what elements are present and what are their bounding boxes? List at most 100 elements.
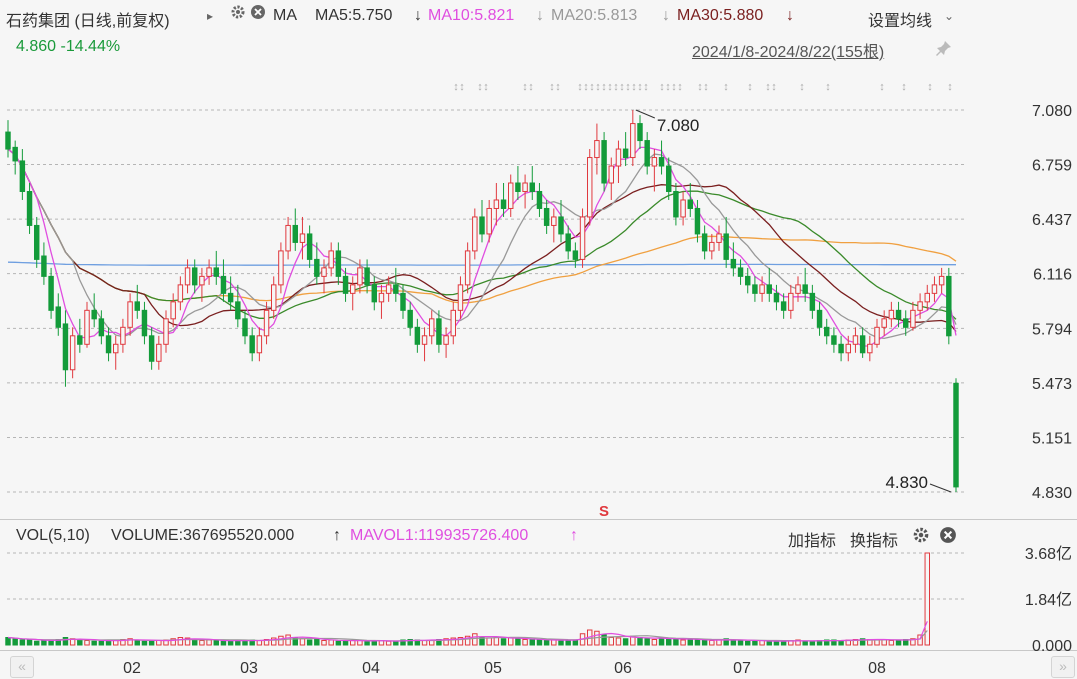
volume-bar [773, 640, 780, 646]
price-tick-label: 5.151 [1032, 431, 1072, 448]
candle-body [5, 131, 11, 150]
candle-body [716, 233, 722, 243]
candle-body [170, 301, 176, 320]
volume-bar [371, 640, 377, 646]
candle-body [357, 267, 363, 286]
price-chart[interactable]: 7.080 6.759 6.437 6.116 5.794 5.473 5.151 4.830… [0, 0, 1077, 679]
volume-bar [508, 637, 514, 646]
candle-body [235, 301, 241, 320]
x-axis-label: 06 [614, 660, 632, 677]
volume-bar [156, 640, 162, 646]
candle-body [529, 182, 535, 192]
volume-bar [91, 640, 97, 646]
candle-body [479, 216, 485, 235]
candle-body [903, 318, 909, 328]
candle-body [220, 275, 227, 294]
candle-body [407, 309, 413, 328]
candle-body [299, 233, 306, 243]
event-marker-icon: ↕ [528, 81, 534, 93]
event-marker-icon: ↕ [477, 81, 483, 93]
volume-bar [895, 639, 902, 646]
candle-body [587, 157, 593, 218]
candle-body [26, 190, 33, 226]
volume-bar [335, 640, 342, 646]
event-marker-icon: ↕ [671, 81, 677, 93]
candle-body [867, 343, 873, 354]
candle-body [421, 335, 428, 345]
scroll-right-button[interactable]: » [1051, 656, 1075, 678]
volume-bar [199, 640, 205, 646]
candle-body [680, 199, 686, 218]
event-marker-icon: ↕ [771, 81, 777, 93]
vol-label: VOL(5,10) [16, 527, 90, 544]
candle-body [701, 233, 708, 252]
candle-body [443, 335, 449, 345]
candle-body [766, 284, 772, 294]
volume-header: VOL(5,10) VOLUME:367695520.000 ↑ MAVOL1:… [0, 524, 1077, 550]
volume-bar [213, 640, 219, 646]
event-marker-icon: ↕ [459, 81, 465, 93]
candle-body [551, 216, 557, 226]
candle-body [658, 157, 665, 167]
price-tick-label: 5.473 [1032, 376, 1072, 393]
candle-body [630, 123, 636, 159]
candle-body [831, 335, 837, 345]
candle-body [508, 182, 514, 209]
candle-body [723, 233, 729, 260]
x-axis-label: 03 [240, 660, 258, 677]
event-marker-icon: ↕ [879, 81, 885, 93]
gear-icon[interactable] [912, 526, 930, 549]
volume-bar [766, 640, 772, 646]
event-marker-icon: ↕ [697, 81, 703, 93]
candle-body [917, 301, 923, 311]
x-axis-label: 08 [868, 660, 886, 677]
volume-bar [472, 633, 478, 646]
candle-body [910, 309, 916, 328]
high-label: 7.080 [657, 116, 700, 135]
x-axis-label: 07 [733, 660, 751, 677]
candle-body [378, 292, 385, 303]
candle-body [730, 258, 737, 269]
candle-body [895, 309, 902, 320]
event-marker-icon: ↕ [765, 81, 771, 93]
ma120-line [7, 261, 956, 266]
up-arrow-icon: ↑ [333, 527, 341, 544]
event-marker-icon: ↕ [595, 81, 601, 93]
price-tick-label: 6.116 [1033, 267, 1072, 284]
price-tick-label: 7.080 [1032, 103, 1072, 120]
candle-body [177, 284, 184, 303]
volume-bar [220, 640, 227, 646]
volume-bar [256, 640, 263, 646]
candle-body [184, 267, 191, 286]
volume-bar [321, 640, 327, 646]
volume-bar [98, 640, 105, 646]
candle-body [888, 309, 895, 320]
candle-body [314, 258, 320, 277]
volume-bar [809, 640, 816, 646]
candle-body [472, 216, 478, 252]
volume-bar [608, 637, 614, 646]
volume-bar [192, 639, 198, 646]
candle-body [709, 241, 715, 252]
candle-body [838, 343, 844, 354]
volume-bar [285, 634, 291, 646]
add-indicator-button[interactable]: 加指标 [788, 527, 836, 551]
scroll-left-button[interactable]: « [10, 656, 34, 678]
candle-body [457, 284, 464, 311]
volume-bar [780, 640, 787, 646]
volume-bar [888, 640, 895, 646]
candle-body [622, 148, 629, 159]
close-icon[interactable] [939, 526, 957, 549]
event-marker-icon: ↕ [723, 81, 729, 93]
volume-bar [658, 638, 665, 646]
volume-tick-label: 1.84亿 [1025, 591, 1072, 609]
volume-bar [500, 638, 507, 646]
volume-bar [364, 640, 370, 646]
volume-bar [515, 638, 521, 646]
switch-indicator-button[interactable]: 换指标 [850, 527, 898, 551]
volume-bar [529, 639, 535, 646]
ma5-line [7, 146, 957, 347]
candle-body [615, 148, 622, 167]
chart-window: 石药集团 (日线,前复权) ▸ MA MA5:5.750 ↓ MA10:5.82… [0, 0, 1077, 679]
volume-tick-label: 0.000 [1032, 638, 1072, 655]
